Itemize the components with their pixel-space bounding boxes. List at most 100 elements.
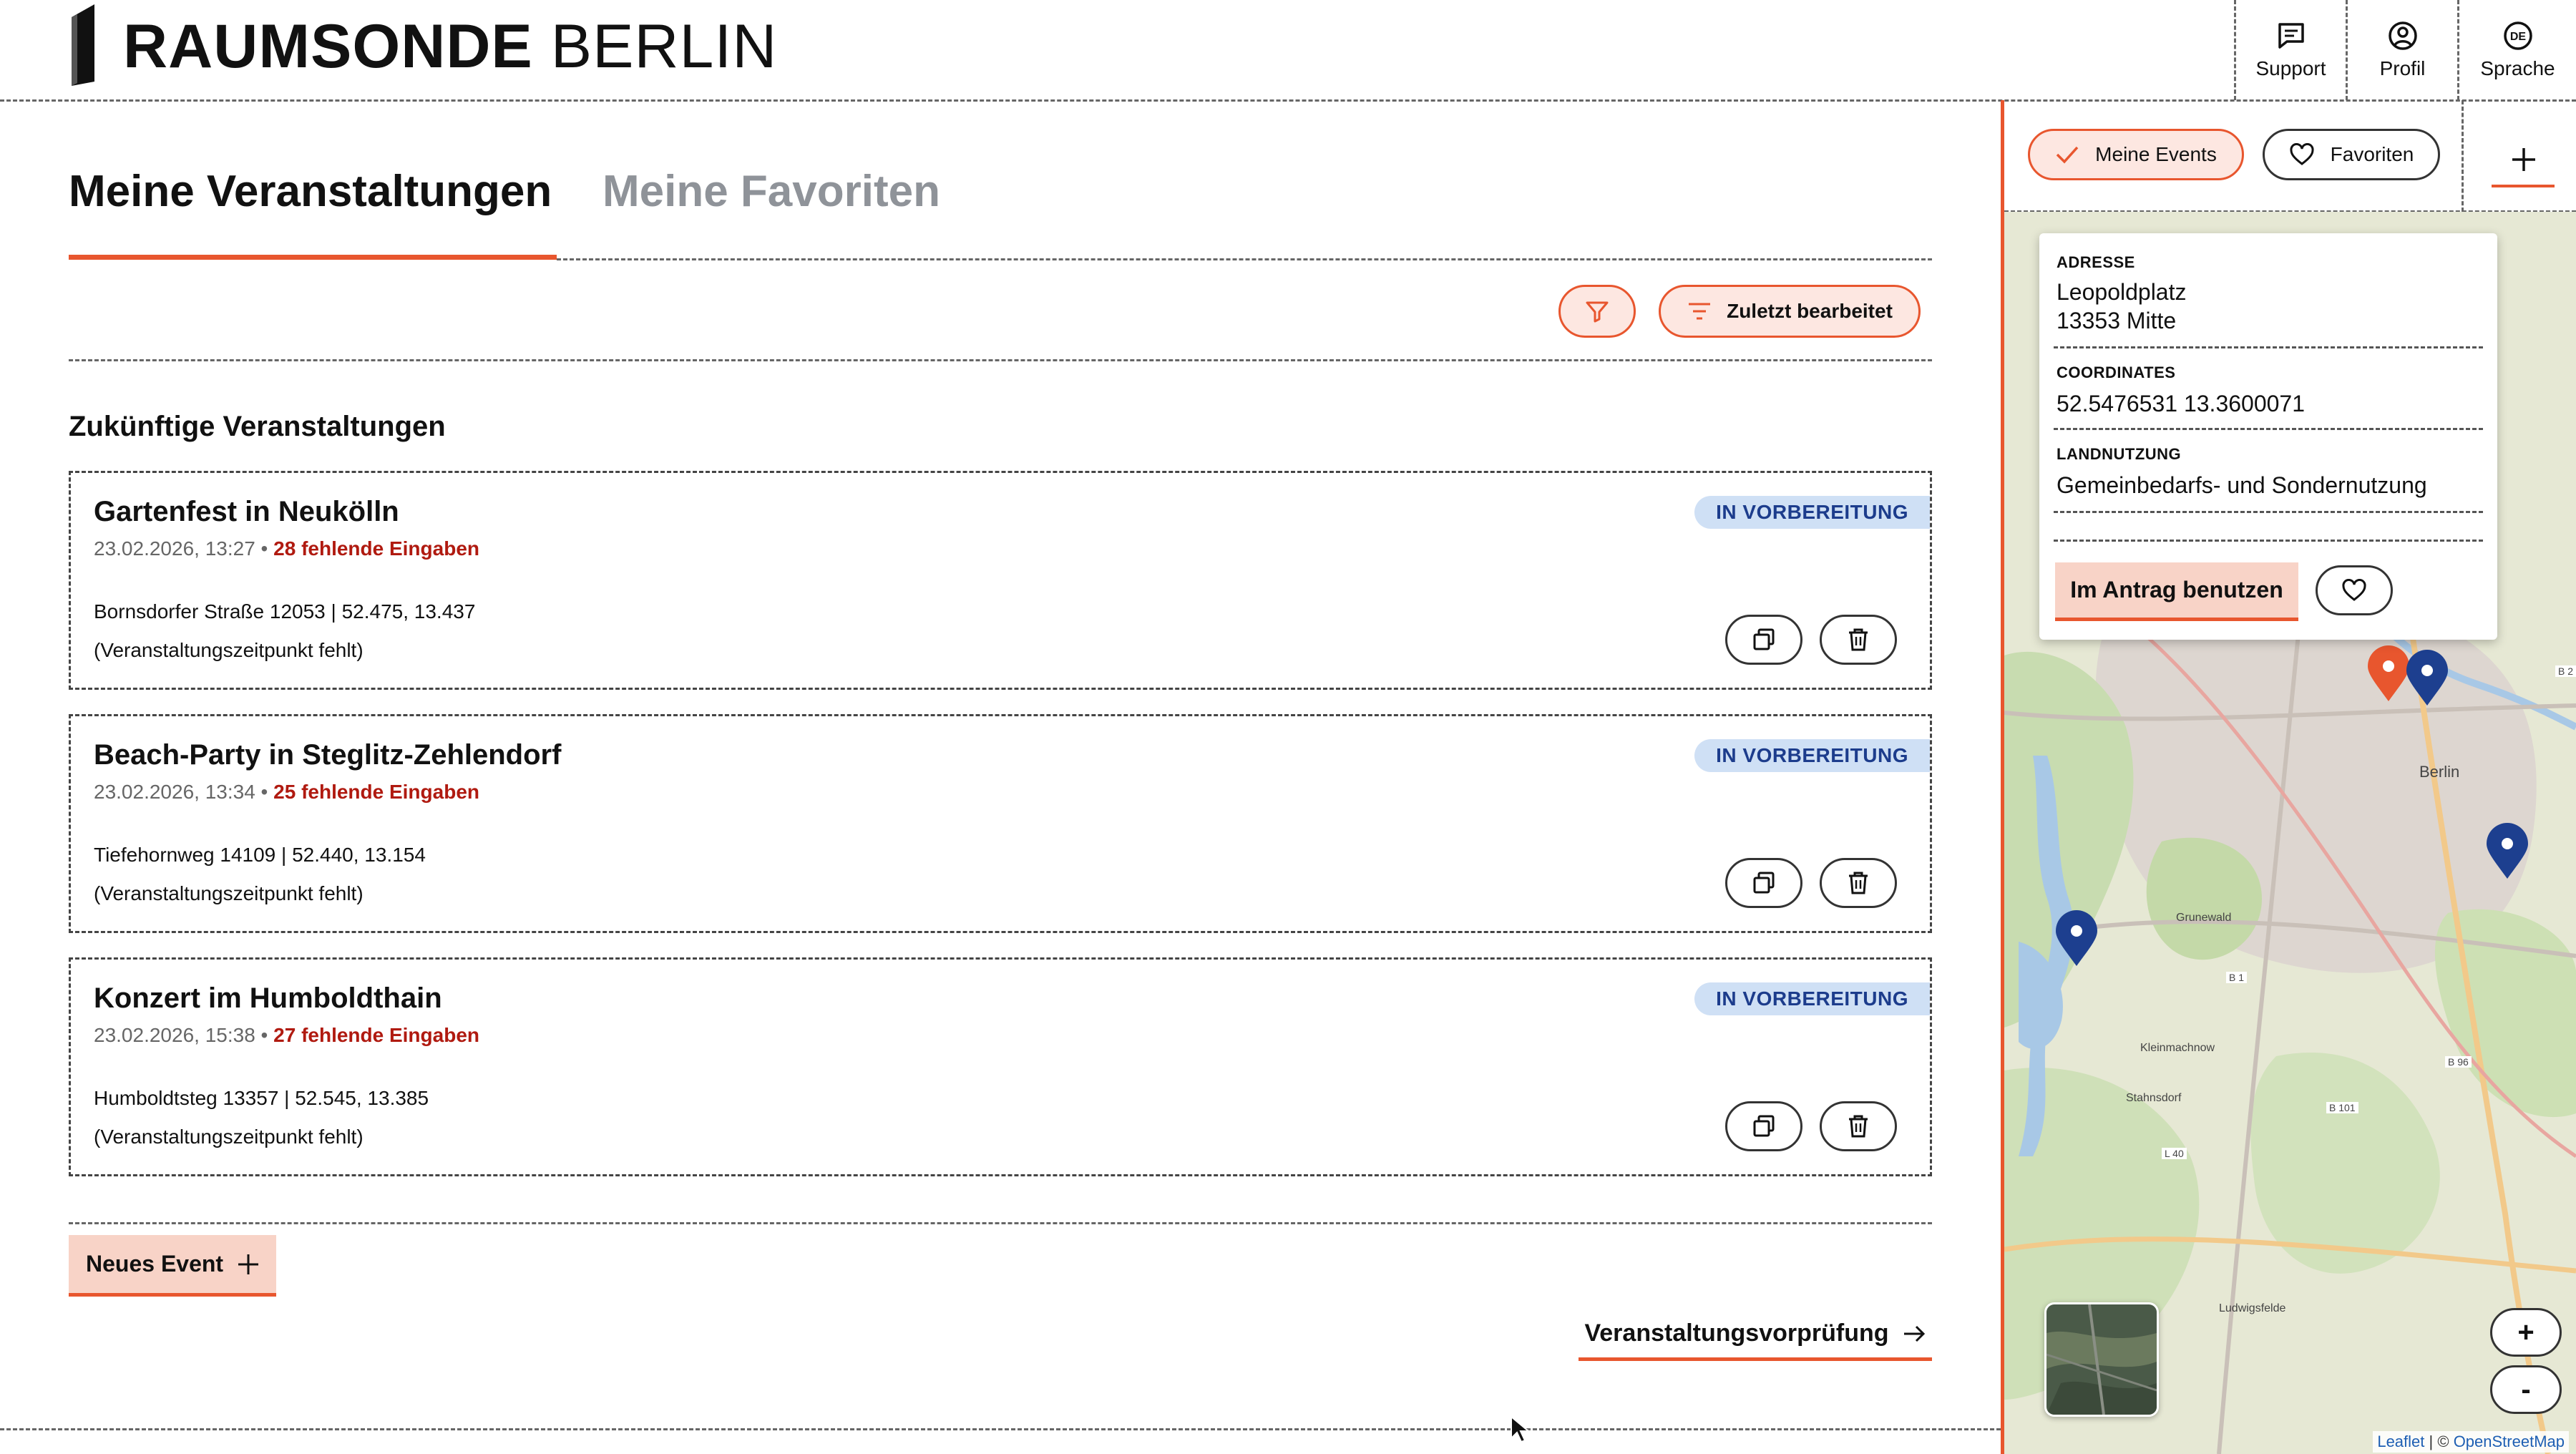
copy-icon bbox=[1753, 1115, 1775, 1137]
event-title[interactable]: Beach-Party in Steglitz-Zehlendorf bbox=[94, 739, 561, 771]
delete-button[interactable] bbox=[1820, 615, 1897, 665]
precheck-label: Veranstaltungsvorprüfung bbox=[1584, 1319, 1889, 1347]
event-missing-inputs: 27 fehlende Eingaben bbox=[273, 1024, 479, 1046]
support-label: Support bbox=[2255, 57, 2326, 79]
event-card[interactable]: Konzert im Humboldthain 23.02.2026, 15:3… bbox=[69, 957, 1932, 1176]
map-marker[interactable] bbox=[2405, 650, 2449, 707]
event-address: Tiefehornweg 14109 | 52.440, 13.154 bbox=[94, 844, 426, 866]
tab-my-favorites[interactable]: Meine Favoriten bbox=[602, 166, 940, 217]
leaflet-link[interactable]: Leaflet bbox=[2377, 1433, 2424, 1450]
filter-button[interactable] bbox=[1558, 285, 1636, 338]
event-card[interactable]: Gartenfest in Neukölln 23.02.2026, 13:27… bbox=[69, 471, 1932, 690]
osm-link[interactable]: OpenStreetMap bbox=[2454, 1433, 2565, 1450]
status-badge: IN VORBEREITUNG bbox=[1694, 982, 1930, 1015]
attribution-separator: | © bbox=[2429, 1433, 2449, 1450]
layer-switch-satellite[interactable] bbox=[2044, 1302, 2159, 1417]
copy-icon bbox=[1753, 872, 1775, 894]
event-card[interactable]: Beach-Party in Steglitz-Zehlendorf 23.02… bbox=[69, 714, 1932, 933]
map-label-kleinmachnow: Kleinmachnow bbox=[2140, 1042, 2215, 1054]
filter-favorites-label: Favoriten bbox=[2330, 143, 2414, 165]
landuse-value: Gemeinbedarfs- und Sondernutzung bbox=[2057, 472, 2427, 498]
logo-light: BERLIN bbox=[550, 12, 778, 81]
satellite-thumbnail-icon bbox=[2046, 1304, 2157, 1415]
meta-separator: • bbox=[260, 537, 268, 560]
map-attribution: Leaflet | © OpenStreetMap bbox=[2373, 1431, 2569, 1453]
event-precheck-link[interactable]: Veranstaltungsvorprüfung bbox=[1579, 1309, 1932, 1361]
profile-button[interactable]: Profil bbox=[2348, 0, 2457, 100]
filter-icon bbox=[1586, 301, 1609, 323]
map-label-grunewald: Grunewald bbox=[2176, 912, 2232, 924]
map-label-road: B 96 bbox=[2445, 1056, 2472, 1068]
chat-icon bbox=[2278, 23, 2304, 49]
profile-label: Profil bbox=[2379, 57, 2426, 79]
map-marker[interactable] bbox=[2054, 910, 2099, 967]
arrow-right-icon bbox=[1903, 1325, 1925, 1342]
landuse-label: LANDNUTZUNG bbox=[2057, 445, 2182, 463]
trash-icon bbox=[1849, 628, 1868, 651]
new-event-button[interactable]: Neues Event bbox=[69, 1235, 276, 1297]
duplicate-button[interactable] bbox=[1725, 615, 1802, 665]
language-de-icon: DE bbox=[2503, 21, 2532, 50]
support-button[interactable]: Support bbox=[2236, 0, 2346, 100]
check-icon bbox=[2056, 146, 2079, 164]
delete-button[interactable] bbox=[1820, 1101, 1897, 1151]
event-title[interactable]: Konzert im Humboldthain bbox=[94, 982, 442, 1015]
map-label-road: L 40 bbox=[2162, 1148, 2187, 1159]
event-address: Humboldtsteg 13357 | 52.545, 13.385 bbox=[94, 1087, 429, 1109]
use-in-application-button[interactable]: Im Antrag benutzen bbox=[2055, 562, 2298, 621]
address-line2: 13353 Mitte bbox=[2057, 308, 2177, 333]
zoom-in-button[interactable]: + bbox=[2490, 1308, 2562, 1357]
map-marker[interactable] bbox=[2485, 823, 2529, 880]
filter-my-events-label: Meine Events bbox=[2095, 143, 2217, 165]
event-title[interactable]: Gartenfest in Neukölln bbox=[94, 496, 399, 528]
event-meta: 23.02.2026, 13:27 • 28 fehlende Eingaben bbox=[94, 537, 479, 560]
language-button[interactable]: DE Sprache bbox=[2459, 0, 2576, 100]
logo-wordmark[interactable]: RAUMSONDE BERLIN bbox=[123, 7, 777, 86]
sort-button[interactable]: Zuletzt bearbeitet bbox=[1659, 285, 1921, 338]
active-tab-indicator bbox=[69, 255, 557, 260]
status-badge: IN VORBEREITUNG bbox=[1694, 739, 1930, 772]
duplicate-button[interactable] bbox=[1725, 1101, 1802, 1151]
trash-icon bbox=[1849, 872, 1868, 894]
event-date: 23.02.2026, 13:34 bbox=[94, 781, 255, 803]
filter-my-events-button[interactable]: Meine Events bbox=[2028, 129, 2244, 180]
map-label-stahnsdorf: Stahnsdorf bbox=[2126, 1092, 2182, 1104]
sort-icon bbox=[1689, 303, 1711, 320]
add-button-underline bbox=[2492, 185, 2555, 187]
event-missing-inputs: 25 fehlende Eingaben bbox=[273, 781, 479, 803]
duplicate-button[interactable] bbox=[1725, 858, 1802, 908]
status-badge: IN VORBEREITUNG bbox=[1694, 496, 1930, 529]
plus-icon bbox=[238, 1254, 259, 1274]
event-note: (Veranstaltungszeitpunkt fehlt) bbox=[94, 639, 364, 661]
address-line1: Leopoldplatz bbox=[2057, 279, 2187, 305]
user-icon bbox=[2388, 21, 2417, 50]
zoom-out-button[interactable]: - bbox=[2490, 1365, 2562, 1414]
filter-favorites-button[interactable]: Favoriten bbox=[2263, 129, 2440, 180]
mouse-cursor-icon bbox=[1511, 1415, 1530, 1443]
favorite-location-button[interactable] bbox=[2316, 565, 2393, 615]
meta-separator: • bbox=[260, 781, 268, 803]
event-note: (Veranstaltungszeitpunkt fehlt) bbox=[94, 882, 364, 904]
coordinates-value: 52.5476531 13.3600071 bbox=[2057, 391, 2306, 416]
heart-icon bbox=[2342, 579, 2366, 601]
event-meta: 23.02.2026, 15:38 • 27 fehlende Eingaben bbox=[94, 1024, 479, 1047]
event-address: Bornsdorfer Straße 12053 | 52.475, 13.43… bbox=[94, 600, 476, 623]
section-title-upcoming: Zukünftige Veranstaltungen bbox=[69, 411, 446, 442]
map-label-ludwigsfelde: Ludwigsfelde bbox=[2219, 1302, 2286, 1314]
address-label: ADRESSE bbox=[2057, 253, 2135, 271]
language-label: Sprache bbox=[2480, 57, 2555, 79]
delete-button[interactable] bbox=[1820, 858, 1897, 908]
map-label-berlin: Berlin bbox=[2419, 763, 2460, 781]
event-missing-inputs: 28 fehlende Eingaben bbox=[273, 537, 479, 560]
event-meta: 23.02.2026, 13:34 • 25 fehlende Eingaben bbox=[94, 781, 479, 804]
add-map-layer-button[interactable] bbox=[2492, 135, 2556, 185]
coordinates-label: COORDINATES bbox=[2057, 364, 2176, 381]
tab-my-events[interactable]: Meine Veranstaltungen bbox=[69, 166, 552, 217]
language-code: DE bbox=[2509, 31, 2526, 43]
heart-icon bbox=[2290, 143, 2314, 165]
map-marker-selected[interactable] bbox=[2366, 645, 2411, 703]
sort-label: Zuletzt bearbeitet bbox=[1727, 300, 1893, 322]
map-label-road: B 101 bbox=[2326, 1102, 2358, 1113]
plus-icon bbox=[2512, 148, 2535, 171]
location-popup: ADRESSE Leopoldplatz 13353 Mitte COORDIN… bbox=[2039, 233, 2497, 640]
